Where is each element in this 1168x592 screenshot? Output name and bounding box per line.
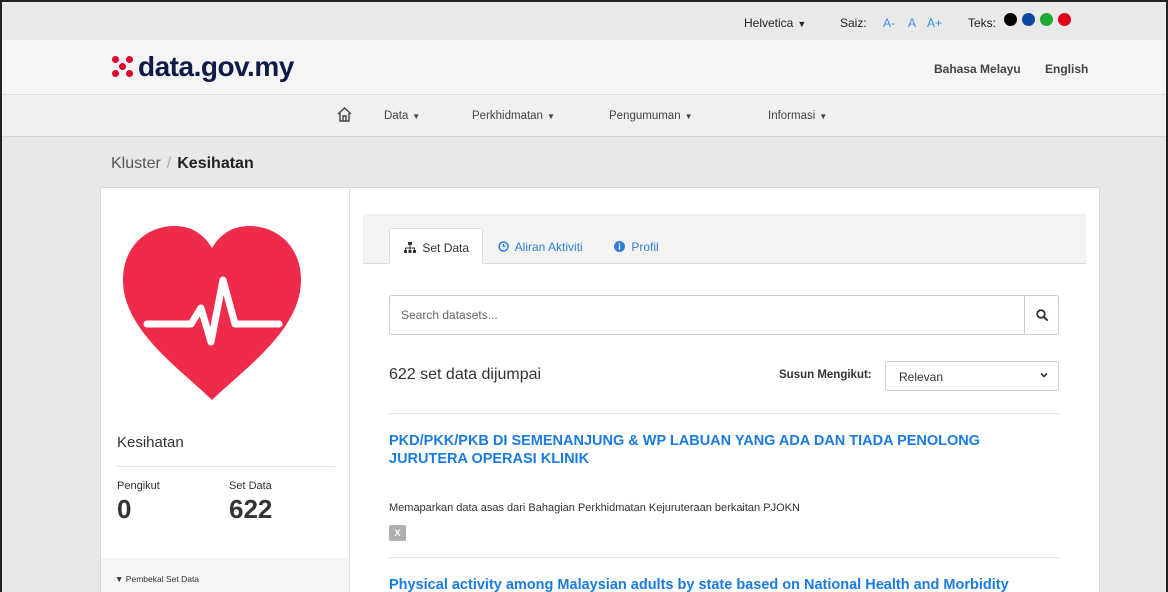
tab-set-data[interactable]: Set Data <box>389 228 483 264</box>
caret-down-icon: ▼ <box>819 112 828 121</box>
search-input[interactable] <box>390 296 1026 334</box>
search-button[interactable] <box>1024 296 1058 334</box>
sort-select[interactable]: Relevan <box>885 361 1059 391</box>
main-nav: Data ▼ Perkhidmatan ▼ Pengumuman ▼ Informas… <box>2 95 1166 137</box>
font-size-normal-button[interactable]: A <box>908 16 916 30</box>
results-count: 622 set data dijumpai <box>389 366 542 383</box>
clock-icon <box>498 240 515 254</box>
divider <box>389 413 1059 414</box>
search-box <box>389 295 1059 335</box>
caret-down-icon: ▼ <box>412 112 421 121</box>
font-selector-value: Helvetica <box>744 16 794 30</box>
group-name: Kesihatan <box>117 434 184 451</box>
nav-item-data[interactable]: Data ▼ <box>384 110 420 122</box>
size-label: Saiz: <box>840 16 867 30</box>
site-logo[interactable]: data.gov.my <box>112 51 294 83</box>
text-color-blue-button[interactable] <box>1022 13 1035 26</box>
breadcrumb-current[interactable]: Kesihatan <box>177 155 253 172</box>
breadcrumb: Kluster / Kesihatan <box>111 155 254 173</box>
followers-count: 0 <box>117 494 132 524</box>
caret-down-icon: ▼ <box>684 112 693 121</box>
logo-text: data.gov.my <box>138 51 294 82</box>
facet-section: ▼ Pembekal Set Data <box>101 558 349 592</box>
tab-profil-label: Profil <box>631 240 659 254</box>
breadcrumb-separator: / <box>166 155 172 172</box>
page-frame: Helvetica ▼ Saiz: A- A A+ Teks: data.gov.… <box>0 0 1168 592</box>
text-color-green-button[interactable] <box>1040 13 1053 26</box>
text-color-red-button[interactable] <box>1058 13 1071 26</box>
sitemap-icon <box>404 241 422 255</box>
caret-down-icon: ▼ <box>546 112 555 121</box>
dataset-title-link[interactable]: PKD/PKK/PKB DI SEMENANJUNG & WP LABUAN Y… <box>389 432 1049 468</box>
group-content: Set Data Aliran Aktiviti Profil Search d… <box>363 214 1086 592</box>
nav-item-pengumuman[interactable]: Pengumuman ▼ <box>609 110 693 122</box>
nav-item-data-label: Data <box>384 110 409 122</box>
text-color-black-button[interactable] <box>1004 13 1017 26</box>
nav-item-informasi-label: Informasi <box>768 110 816 122</box>
logo-molecule-icon <box>112 56 134 78</box>
tab-profil[interactable]: Profil <box>614 228 659 264</box>
divider <box>389 557 1059 558</box>
lang-english-link[interactable]: English <box>1045 62 1088 76</box>
group-sidebar: Kesihatan Pengikut 0 Set Data 622 ▼ Pemb… <box>101 188 350 592</box>
dataset-title-link[interactable]: Physical activity among Malaysian adults… <box>389 576 1049 592</box>
tabs-bar: Set Data Aliran Aktiviti Profil <box>363 214 1086 264</box>
facet-heading-label: Pembekal Set Data <box>125 574 200 584</box>
info-icon <box>614 240 631 254</box>
nav-item-perkhidmatan-label: Perkhidmatan <box>472 110 543 122</box>
font-size-increase-button[interactable]: A+ <box>927 16 942 30</box>
heart-pulse-icon <box>123 226 301 400</box>
font-selector[interactable]: Helvetica ▼ <box>744 16 806 30</box>
tab-aliran-aktiviti-label: Aliran Aktiviti <box>514 240 583 254</box>
chevron-down-icon <box>1039 370 1049 383</box>
nav-item-pengumuman-label: Pengumuman <box>609 110 681 122</box>
tab-set-data-label: Set Data <box>422 241 470 255</box>
divider <box>117 466 335 467</box>
datasets-count: 622 <box>229 494 273 524</box>
filter-icon: ▼ <box>115 574 124 584</box>
accessibility-bar: Helvetica ▼ Saiz: A- A A+ Teks: <box>2 2 1166 40</box>
datasets-label: Set Data <box>229 480 272 492</box>
tab-aliran-aktiviti[interactable]: Aliran Aktiviti <box>498 228 583 264</box>
caret-down-icon: ▼ <box>797 19 807 29</box>
nav-item-perkhidmatan[interactable]: Perkhidmatan ▼ <box>472 110 555 122</box>
group-card: Kesihatan Pengikut 0 Set Data 622 ▼ Pemb… <box>100 187 1100 592</box>
font-size-decrease-button[interactable]: A- <box>883 16 895 30</box>
search-icon <box>1036 309 1048 321</box>
sort-label: Susun Mengikut: <box>779 369 872 381</box>
facet-heading[interactable]: ▼ Pembekal Set Data <box>115 574 199 584</box>
text-color-label: Teks: <box>968 16 997 30</box>
site-header: data.gov.my Bahasa Melayu English <box>2 40 1166 95</box>
followers-label: Pengikut <box>117 480 160 492</box>
lang-malay-link[interactable]: Bahasa Melayu <box>934 62 1021 76</box>
nav-item-informasi[interactable]: Informasi ▼ <box>768 110 827 122</box>
sort-select-value: Relevan <box>899 370 944 384</box>
home-icon[interactable] <box>336 106 353 128</box>
breadcrumb-parent-link[interactable]: Kluster <box>111 155 161 172</box>
dataset-description: Memaparkan data asas dari Bahagian Perkh… <box>389 502 800 514</box>
format-badge[interactable]: X <box>389 525 406 541</box>
